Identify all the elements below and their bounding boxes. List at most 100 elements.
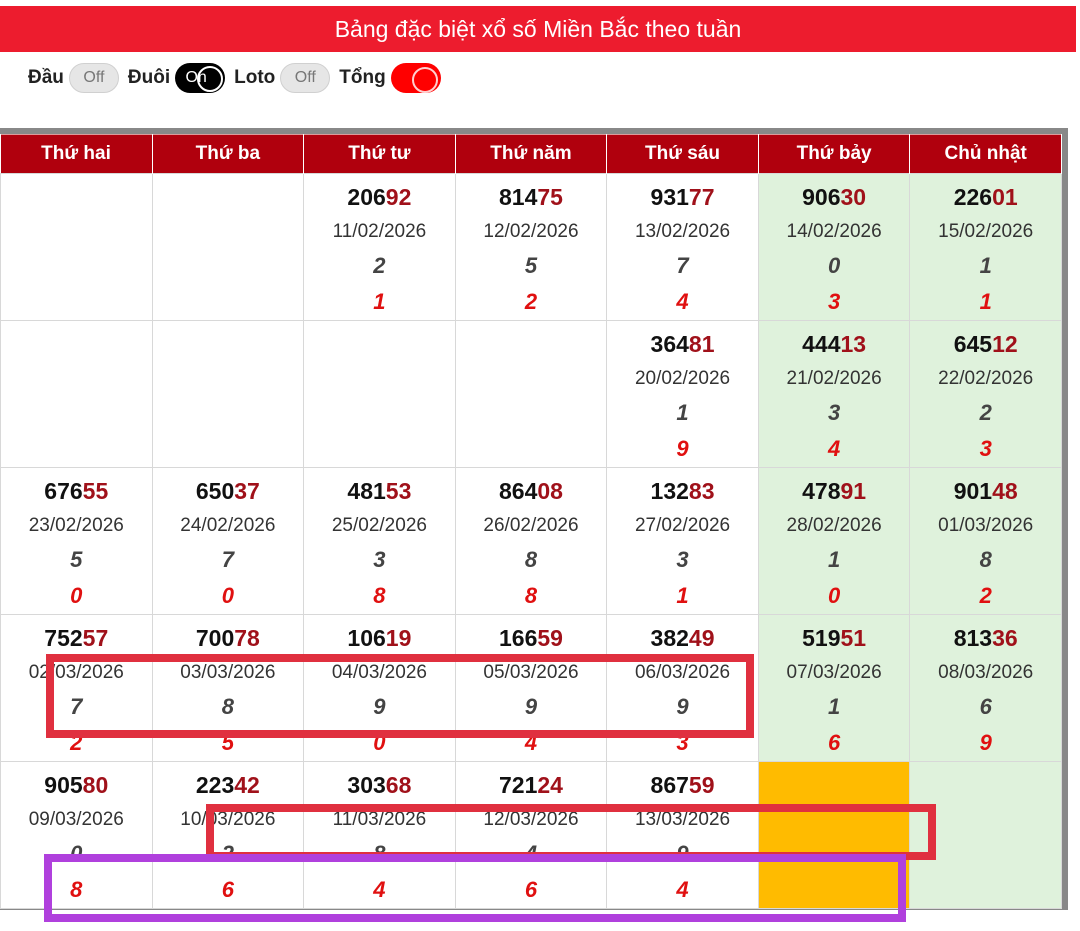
number-head: 901 [953, 478, 993, 504]
dau-digit: 9 [676, 841, 689, 866]
tong-digit: 3 [979, 436, 992, 461]
special-number: 70078 [153, 623, 304, 657]
draw-date: 03/03/2026 [180, 662, 276, 683]
result-cell: 10619 04/03/2026 9 0 [303, 614, 456, 762]
result-cell: 70078 03/03/2026 8 5 [151, 614, 305, 762]
tong-digit: 5 [221, 730, 234, 755]
pending-cell [757, 761, 911, 909]
dau-digit: 1 [827, 547, 841, 572]
tong-digit: 0 [70, 583, 83, 608]
column-header: Thứ năm [455, 134, 608, 174]
special-number: 16659 [456, 623, 607, 657]
toggle-dau-switch[interactable]: Off [68, 63, 119, 93]
draw-date: 05/03/2026 [483, 662, 579, 683]
result-cell: 13283 27/02/2026 3 1 [606, 467, 759, 615]
draw-date: 27/02/2026 [634, 515, 731, 536]
toggle-label-dau: Đầu [28, 67, 64, 88]
number-head: 721 [498, 772, 538, 798]
toggle-tong-switch[interactable] [390, 63, 441, 93]
table-row: 75257 02/03/2026 7 2 70078 03/03/2026 8 5 10619 0… [0, 614, 1062, 762]
dau-digit: 8 [221, 694, 234, 719]
tong-digit: 3 [827, 289, 841, 314]
special-number: 22601 [910, 182, 1061, 216]
dau-digit: 3 [676, 547, 689, 572]
draw-date: 12/02/2026 [483, 221, 579, 242]
special-number: 90148 [910, 476, 1061, 510]
special-number: 36481 [607, 329, 758, 363]
result-cell: 48153 25/02/2026 3 8 [303, 467, 456, 615]
number-tail: 59 [688, 772, 715, 798]
special-number: 44413 [759, 329, 910, 363]
table-header-row: Thứ hai Thứ ba Thứ tư Thứ năm Thứ sáu Thứ bảy… [0, 134, 1062, 174]
result-cell: 36481 20/02/2026 1 9 [606, 320, 759, 468]
toggle-loto-switch[interactable]: Off [280, 63, 331, 93]
number-tail: 49 [688, 625, 715, 651]
number-tail: 36 [992, 625, 1018, 651]
number-tail: 75 [537, 184, 563, 210]
number-tail: 68 [385, 772, 412, 798]
result-cell: 65037 24/02/2026 7 0 [151, 467, 305, 615]
empty-cell [454, 320, 608, 468]
tong-digit: 6 [827, 730, 841, 755]
number-tail: 91 [840, 478, 867, 504]
number-tail: 59 [537, 625, 563, 651]
draw-date: 11/03/2026 [332, 809, 427, 830]
tong-digit: 0 [221, 583, 234, 608]
toggle-bar: Đầu Off Đuôi On Loto Off Tổng [28, 60, 445, 96]
dau-digit: 1 [827, 694, 841, 719]
special-number: 64512 [910, 329, 1061, 363]
tong-digit: 4 [676, 289, 689, 314]
result-cell: 81475 12/02/2026 5 2 [454, 173, 608, 321]
dau-digit: 5 [524, 253, 538, 278]
tong-digit: 1 [979, 289, 992, 314]
number-head: 444 [802, 331, 841, 357]
table-row: 36481 20/02/2026 1 9 44413 21/02/2026 3 4 64512 2… [0, 320, 1062, 468]
draw-date: 15/02/2026 [938, 221, 1034, 242]
column-header: Thứ hai [0, 134, 153, 174]
number-tail: 78 [234, 625, 260, 651]
number-tail: 19 [385, 625, 412, 651]
number-head: 813 [953, 625, 993, 651]
empty-cell [151, 173, 305, 321]
number-tail: 30 [840, 184, 867, 210]
result-cell: 86759 13/03/2026 9 4 [606, 761, 759, 909]
draw-date: 09/03/2026 [28, 809, 124, 830]
toggle-duoi-switch[interactable]: On [175, 63, 226, 93]
dau-digit: 2 [979, 400, 992, 425]
result-cell: 67655 23/02/2026 5 0 [0, 467, 153, 615]
number-head: 931 [650, 184, 689, 210]
tong-digit: 2 [70, 730, 83, 755]
number-tail: 57 [82, 625, 109, 651]
number-tail: 48 [992, 478, 1018, 504]
dau-digit: 8 [373, 841, 386, 866]
number-head: 905 [44, 772, 83, 798]
dau-digit: 4 [524, 841, 538, 866]
number-tail: 80 [82, 772, 109, 798]
dau-digit: 2 [373, 253, 386, 278]
page-title: Bảng đặc biệt xổ số Miền Bắc theo tuần [0, 6, 1076, 52]
dau-digit: 3 [827, 400, 841, 425]
draw-date: 06/03/2026 [634, 662, 731, 683]
draw-date: 20/02/2026 [634, 368, 731, 389]
number-tail: 53 [385, 478, 412, 504]
tong-digit: 4 [676, 877, 689, 902]
number-head: 752 [44, 625, 83, 651]
table-row: 90580 09/03/2026 0 8 22342 10/03/2026 2 6 30368 1… [0, 761, 1062, 909]
number-tail: 81 [688, 331, 715, 357]
result-cell: 22342 10/03/2026 2 6 [151, 761, 305, 909]
dau-digit: 3 [373, 547, 386, 572]
draw-date: 14/02/2026 [786, 221, 882, 242]
tong-digit: 8 [70, 877, 83, 902]
special-number: 93177 [607, 182, 758, 216]
table-row: 67655 23/02/2026 5 0 65037 24/02/2026 7 0 48153 2… [0, 467, 1062, 615]
results-grid: Thứ hai Thứ ba Thứ tư Thứ năm Thứ sáu Thứ bảy… [0, 128, 1068, 910]
number-head: 303 [347, 772, 386, 798]
tong-digit: 4 [373, 877, 386, 902]
empty-cell [303, 320, 456, 468]
special-number: 30368 [304, 770, 455, 804]
special-number: 65037 [153, 476, 304, 510]
tong-digit: 0 [373, 730, 386, 755]
tong-digit: 1 [373, 289, 386, 314]
special-number: 81336 [910, 623, 1061, 657]
number-head: 364 [650, 331, 689, 357]
